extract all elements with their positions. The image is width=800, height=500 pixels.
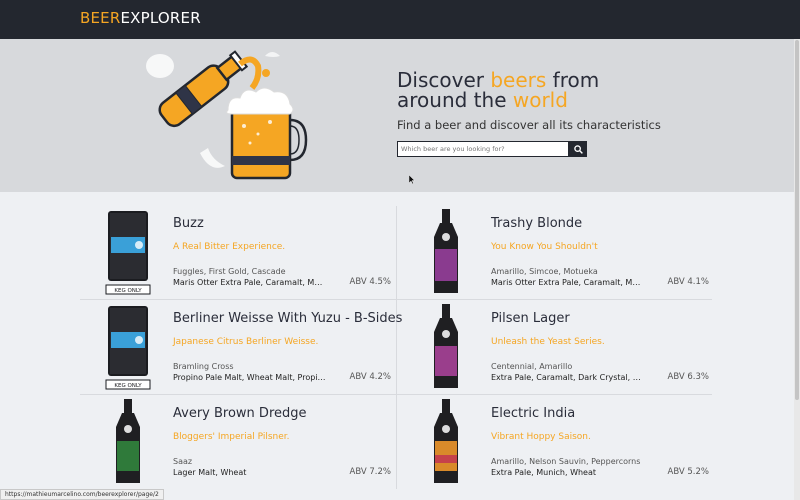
beer-malts: Maris Otter Extra Pale, Caramalt, Munich	[491, 278, 645, 287]
beer-card-trashy-blonde[interactable]: Trashy Blonde You Know You Shouldn't Ama…	[398, 205, 714, 299]
bottle-image	[116, 399, 140, 483]
beer-pour-illustration	[146, 50, 308, 180]
logo-part-explorer: EXPLORER	[120, 9, 201, 27]
beer-hops: Bramling Cross	[173, 362, 234, 371]
search-icon	[573, 144, 583, 154]
beer-hops: Centennial, Amarillo	[491, 362, 573, 371]
hero-title-text: around the	[397, 88, 513, 112]
beer-malts: Propino Pale Malt, Wheat Malt, Propino	[173, 373, 327, 382]
beer-hops: Saaz	[173, 457, 193, 466]
beer-hops: Amarillo, Nelson Sauvin, Peppercorns	[491, 457, 641, 466]
beer-abv: ABV 6.3%	[667, 372, 710, 382]
beer-name[interactable]: Berliner Weisse With Yuzu - B-Sides	[173, 311, 402, 326]
keg-only-label: KEG ONLY	[114, 383, 142, 389]
beer-hops: Amarillo, Simcoe, Motueka	[491, 267, 598, 276]
search-input[interactable]	[397, 141, 569, 157]
logo-part-beer: BEER	[80, 9, 121, 27]
beer-malts: Lager Malt, Wheat	[173, 468, 247, 477]
beer-malts: Maris Otter Extra Pale, Caramalt, Munich	[173, 278, 327, 287]
beer-card-buzz[interactable]: KEG ONLY Buzz A Real Bitter Experience. …	[80, 205, 396, 299]
beer-abv: ABV 5.2%	[667, 467, 710, 477]
beer-hops: Fuggles, First Gold, Cascade	[173, 267, 286, 276]
hero-subtitle: Find a beer and discover all its charact…	[397, 118, 661, 132]
hero-title: Discover beers from around the world	[397, 70, 657, 110]
keg-image: KEG ONLY	[105, 306, 151, 390]
scrollbar-thumb[interactable]	[795, 40, 799, 400]
keg-image: KEG ONLY	[105, 211, 151, 295]
beer-tagline: Unleash the Yeast Series.	[491, 337, 605, 347]
bottle-image	[434, 304, 458, 388]
beer-malts: Extra Pale, Munich, Wheat	[491, 468, 597, 477]
column-divider	[396, 206, 397, 489]
hero-title-highlight-world: world	[512, 88, 568, 112]
keg-only-label: KEG ONLY	[114, 288, 142, 294]
beer-name[interactable]: Buzz	[173, 216, 204, 231]
beer-card-electric-india[interactable]: Electric India Vibrant Hoppy Saison. Ama…	[398, 395, 714, 489]
bottle-image	[434, 399, 458, 483]
beer-abv: ABV 4.5%	[349, 277, 392, 287]
beer-name[interactable]: Electric India	[491, 406, 575, 421]
beer-tagline: A Real Bitter Experience.	[173, 242, 286, 252]
beer-tagline: Japanese Citrus Berliner Weisse.	[173, 337, 319, 347]
search-button[interactable]	[569, 141, 587, 157]
beer-abv: ABV 4.1%	[667, 277, 710, 287]
bottle-image	[434, 209, 458, 293]
beer-tagline: You Know You Shouldn't	[491, 242, 598, 252]
top-navbar: BEEREXPLORER	[0, 0, 800, 39]
beer-abv: ABV 4.2%	[349, 372, 392, 382]
beer-tagline: Bloggers' Imperial Pilsner.	[173, 432, 290, 442]
beer-card-berliner-weisse[interactable]: KEG ONLY Berliner Weisse With Yuzu - B-S…	[80, 300, 402, 394]
beer-card-pilsen-lager[interactable]: Pilsen Lager Unleash the Yeast Series. C…	[398, 300, 714, 394]
beer-name[interactable]: Avery Brown Dredge	[173, 406, 307, 421]
beer-name[interactable]: Pilsen Lager	[491, 311, 570, 326]
beer-card-avery-brown-dredge[interactable]: Avery Brown Dredge Bloggers' Imperial Pi…	[80, 395, 396, 489]
brand-logo[interactable]: BEEREXPLORER	[80, 9, 201, 27]
beer-tagline: Vibrant Hoppy Saison.	[491, 432, 591, 442]
link-status-bar: https://mathieumarcelino.com/beerexplore…	[0, 489, 164, 500]
hero-banner	[0, 39, 794, 192]
beer-malts: Extra Pale, Caramalt, Dark Crystal, Muni…	[491, 373, 645, 382]
beer-abv: ABV 7.2%	[349, 467, 392, 477]
beer-name[interactable]: Trashy Blonde	[491, 216, 582, 231]
mouse-cursor-icon	[409, 175, 415, 184]
